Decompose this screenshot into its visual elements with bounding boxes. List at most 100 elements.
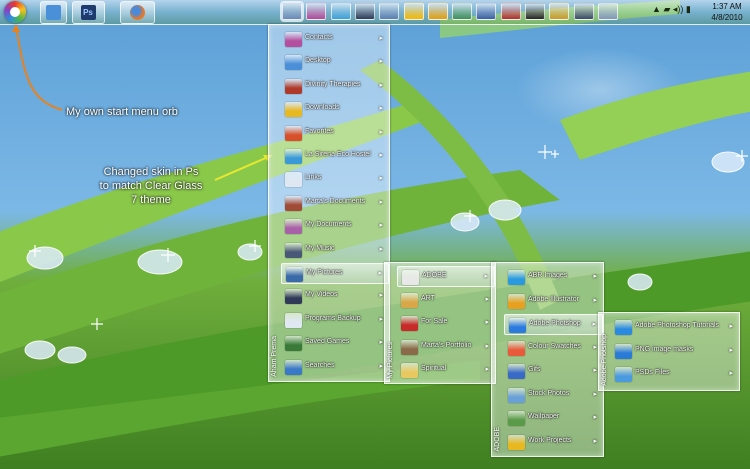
- menu-title: ADOBE: [494, 427, 501, 452]
- submenu-arrow-icon: ▸: [378, 270, 382, 277]
- submenu-arrow-icon: ▸: [592, 321, 596, 328]
- menu-item-label: My Documents: [305, 221, 352, 229]
- folder-icon: [401, 316, 418, 331]
- skin-note-line: Changed skin in Ps: [103, 166, 199, 178]
- submenu-arrow-icon: ▸: [729, 346, 733, 354]
- menu-item-label: ART: [421, 294, 435, 302]
- menu-item-label: Wallpaper: [528, 413, 560, 420]
- menu-item-for-sale[interactable]: For Sale ▸: [397, 313, 495, 334]
- menu-item-label: ADOBE: [422, 272, 447, 279]
- submenu-arrow-icon: ▸: [485, 342, 489, 350]
- menu-item-png-image-masks[interactable]: PNG image masks ▸: [611, 341, 739, 362]
- menu-item-label: Colour Swatches: [528, 342, 581, 350]
- menu-item-marta-s-documents[interactable]: Marta's Documents ▸: [281, 193, 389, 214]
- menu-item-links[interactable]: Links ▸: [281, 169, 389, 190]
- submenu-arrow-icon: ▸: [379, 35, 383, 42]
- menu-item-colour-swatches[interactable]: Colour Swatches ▸: [504, 338, 603, 359]
- folder-icon: [508, 387, 525, 403]
- menu-item-label: Contacts: [305, 34, 333, 41]
- menu-item-my-videos[interactable]: My Videos ▸: [281, 286, 389, 307]
- submenu-arrow-icon: ▸: [593, 367, 597, 374]
- menu-item-label: My Pictures: [306, 269, 343, 276]
- menu-item-saved-games[interactable]: Saved Games ▸: [281, 333, 389, 354]
- skin-note-line: to match Clear Glass: [99, 180, 203, 192]
- menu-item-label: For Sale: [421, 318, 448, 325]
- folder-icon: [508, 434, 525, 450]
- menu-item-adobe-illustrator[interactable]: Adobe Illustrator ▸: [504, 291, 603, 312]
- submenu-adobe: ABR Images ▸ Adobe Illustrator ▸ Adobe Phots…: [491, 262, 604, 457]
- menu-item-divinity-therapies[interactable]: Divinity Therapies ▸: [281, 76, 389, 97]
- menu-item-adobe[interactable]: ADOBE ▸: [397, 266, 495, 287]
- menu-item-label: Work Projects: [528, 436, 572, 444]
- folder-icon: [285, 242, 302, 258]
- menu-item-label: Adobe Illustrator: [528, 295, 579, 303]
- menu-title: My Pictures: [387, 342, 394, 379]
- menu-item-label: La Sirena Eco Hostel: [305, 151, 371, 158]
- folder-icon: [615, 367, 632, 382]
- submenu-arrow-icon: ▸: [485, 295, 489, 303]
- menu-item-work-projects[interactable]: Work Projects ▸: [504, 432, 603, 453]
- desktop[interactable]: Ps ▲ ▰ ◂)) ▮ 1:37 AM 4/8/2010 My own sta…: [0, 0, 750, 469]
- folder-icon: [402, 270, 419, 285]
- menu-item-spiritual[interactable]: Spiritual ▸: [397, 360, 495, 381]
- submenu-arrow-icon: ▸: [379, 339, 383, 347]
- folder-icon: [508, 340, 525, 356]
- submenu-arrow-icon: ▸: [729, 323, 733, 330]
- menu-item-marta-s-portfolio[interactable]: Marta's Portfolio ▸: [397, 337, 495, 358]
- menu-item-gifs[interactable]: Gifs ▸: [504, 361, 603, 382]
- submenu-arrow-icon: ▸: [593, 437, 597, 445]
- menu-item-label: My Music: [305, 244, 335, 252]
- menu-item-my-music[interactable]: My Music ▸: [281, 240, 389, 261]
- submenu-my-pictures: ADOBE ▸ ART ▸ For Sale ▸ Marta's Portfolio ▸ Spi…: [384, 262, 496, 384]
- folder-icon: [508, 293, 525, 309]
- menu-item-label: ABR Images: [528, 272, 568, 279]
- menu-item-adobe-photshop[interactable]: Adobe Photshop ▸: [504, 314, 603, 335]
- menu-item-label: Favorites: [305, 127, 334, 135]
- menu-item-contacts[interactable]: Contacts ▸: [281, 29, 389, 50]
- skin-note: Changed skin in Ps to match Clear Glass …: [92, 165, 210, 207]
- submenu-arrow-icon: ▸: [379, 245, 383, 253]
- submenu-arrow-icon: ▸: [729, 370, 733, 377]
- menu-item-la-sirena-eco-hostel[interactable]: La Sirena Eco Hostel ▸: [281, 146, 389, 167]
- menu-title: Aham Prema: [271, 336, 278, 377]
- folder-icon: [285, 172, 302, 188]
- folder-icon: [285, 149, 302, 164]
- menu-item-desktop[interactable]: Desktop ▸: [281, 52, 389, 73]
- submenu-arrow-icon: ▸: [379, 292, 383, 300]
- menu-item-downloads[interactable]: Downloads ▸: [281, 99, 389, 120]
- menu-item-art[interactable]: ART ▸: [397, 290, 495, 311]
- folder-icon: [285, 312, 302, 328]
- submenu-arrow-icon: ▸: [379, 105, 383, 113]
- menu-title: Adobe Photshop: [601, 334, 608, 386]
- menu-item-abr-images[interactable]: ABR Images ▸: [504, 267, 603, 288]
- submenu-arrow-icon: ▸: [484, 273, 488, 280]
- menu-item-favorites[interactable]: Favorites ▸: [281, 123, 389, 144]
- menu-item-stock-photos[interactable]: Stock Photos ▸: [504, 385, 603, 406]
- submenu-arrow-icon: ▸: [379, 81, 383, 89]
- submenu-arrow-icon: ▸: [379, 198, 383, 206]
- submenu-arrow-icon: ▸: [379, 58, 383, 66]
- folder-icon: [285, 289, 302, 305]
- folder-icon: [508, 364, 525, 379]
- menu-item-searches[interactable]: Searches ▸: [281, 357, 389, 378]
- folder-icon: [508, 270, 525, 285]
- skin-note-line: 7 theme: [131, 194, 171, 206]
- menu-item-label: Searches: [305, 361, 335, 369]
- menu-item-label: Marta's Documents: [305, 197, 366, 205]
- menu-item-label: Gifs: [528, 366, 541, 373]
- menu-item-my-pictures[interactable]: My Pictures ▸: [281, 263, 389, 284]
- folder-icon: [615, 320, 632, 335]
- orb-arrowhead: [12, 24, 20, 32]
- menu-item-psds-files[interactable]: PSDs Files ▸: [611, 364, 739, 385]
- submenu-arrow-icon: ▸: [379, 362, 383, 370]
- folder-icon: [401, 363, 418, 378]
- menu-item-my-documents[interactable]: My Documents ▸: [281, 216, 389, 237]
- folder-icon: [285, 78, 302, 94]
- menu-item-programs-backup[interactable]: Programs Backup ▸: [281, 310, 389, 331]
- menu-item-wallpaper[interactable]: Wallpaper ▸: [504, 408, 603, 429]
- menu-item-adobe-photoshop-tutorials[interactable]: Adobe Photoshop Tutorials ▸: [611, 317, 739, 338]
- folder-icon: [285, 32, 302, 47]
- folder-icon: [286, 267, 303, 282]
- jumplist-menu-aham-prema: Contacts ▸ Desktop ▸ Divinity Therapies ▸ Down…: [268, 24, 390, 382]
- menu-item-label: Adobe Photshop: [529, 320, 581, 327]
